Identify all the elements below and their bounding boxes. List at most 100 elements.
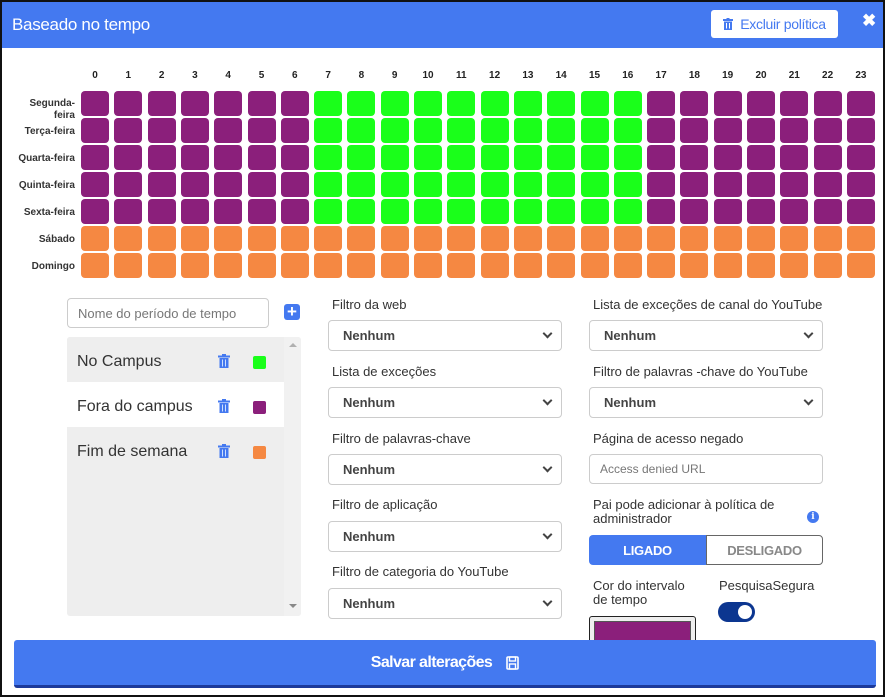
schedule-cell[interactable]	[81, 199, 109, 224]
schedule-cell[interactable]	[580, 253, 609, 278]
period-color-swatch[interactable]	[253, 401, 266, 414]
schedule-cell[interactable]	[180, 253, 209, 278]
schedule-cell[interactable]	[813, 253, 842, 278]
schedule-cell[interactable]	[414, 199, 442, 224]
delete-policy-button[interactable]: Excluir política	[711, 10, 838, 38]
schedule-cell[interactable]	[214, 172, 243, 197]
period-color-swatch[interactable]	[253, 446, 266, 459]
schedule-cell[interactable]	[280, 226, 309, 251]
yt-keyword-filter-select[interactable]: Nenhum	[589, 387, 823, 418]
schedule-cell[interactable]	[480, 145, 509, 170]
schedule-cell[interactable]	[813, 226, 842, 251]
schedule-cell[interactable]	[680, 91, 709, 116]
schedule-cell[interactable]	[846, 199, 875, 224]
schedule-cell[interactable]	[314, 145, 343, 170]
schedule-cell[interactable]	[580, 145, 609, 170]
schedule-cell[interactable]	[214, 145, 243, 170]
schedule-cell[interactable]	[613, 118, 642, 143]
period-list-item[interactable]: Fora do campus	[67, 382, 284, 427]
schedule-cell[interactable]	[547, 253, 576, 278]
schedule-cell[interactable]	[81, 91, 109, 116]
schedule-cell[interactable]	[780, 226, 809, 251]
schedule-cell[interactable]	[314, 172, 343, 197]
schedule-cell[interactable]	[380, 172, 409, 197]
schedule-cell[interactable]	[713, 253, 742, 278]
schedule-cell[interactable]	[347, 253, 376, 278]
schedule-cell[interactable]	[380, 226, 409, 251]
schedule-cell[interactable]	[846, 253, 875, 278]
schedule-cell[interactable]	[513, 253, 542, 278]
schedule-cell[interactable]	[214, 226, 243, 251]
period-color-swatch[interactable]	[253, 356, 266, 369]
schedule-cell[interactable]	[114, 91, 143, 116]
schedule-cell[interactable]	[280, 91, 309, 116]
schedule-cell[interactable]	[747, 199, 775, 224]
schedule-cell[interactable]	[81, 118, 109, 143]
info-icon[interactable]: i	[807, 511, 819, 523]
schedule-cell[interactable]	[147, 118, 176, 143]
schedule-cell[interactable]	[846, 226, 875, 251]
schedule-cell[interactable]	[513, 145, 542, 170]
time-period-name-input[interactable]	[67, 298, 269, 328]
schedule-cell[interactable]	[247, 226, 276, 251]
schedule-cell[interactable]	[247, 253, 276, 278]
schedule-cell[interactable]	[81, 172, 109, 197]
schedule-cell[interactable]	[114, 118, 143, 143]
schedule-cell[interactable]	[846, 145, 875, 170]
exception-list-select[interactable]: Nenhum	[328, 387, 562, 418]
schedule-cell[interactable]	[380, 199, 409, 224]
schedule-cell[interactable]	[747, 118, 775, 143]
schedule-cell[interactable]	[613, 145, 642, 170]
schedule-cell[interactable]	[580, 199, 609, 224]
schedule-cell[interactable]	[114, 253, 143, 278]
schedule-cell[interactable]	[214, 118, 243, 143]
schedule-cell[interactable]	[81, 253, 109, 278]
schedule-cell[interactable]	[613, 253, 642, 278]
schedule-cell[interactable]	[547, 145, 576, 170]
schedule-cell[interactable]	[780, 253, 809, 278]
schedule-cell[interactable]	[180, 118, 209, 143]
schedule-cell[interactable]	[314, 118, 343, 143]
schedule-cell[interactable]	[247, 172, 276, 197]
schedule-cell[interactable]	[114, 172, 143, 197]
schedule-cell[interactable]	[414, 172, 442, 197]
schedule-cell[interactable]	[713, 145, 742, 170]
schedule-cell[interactable]	[713, 226, 742, 251]
schedule-cell[interactable]	[114, 199, 143, 224]
schedule-cell[interactable]	[180, 145, 209, 170]
schedule-cell[interactable]	[647, 91, 676, 116]
schedule-cell[interactable]	[347, 226, 376, 251]
schedule-cell[interactable]	[547, 172, 576, 197]
schedule-cell[interactable]	[613, 199, 642, 224]
schedule-cell[interactable]	[480, 172, 509, 197]
schedule-cell[interactable]	[580, 118, 609, 143]
schedule-cell[interactable]	[480, 253, 509, 278]
schedule-cell[interactable]	[780, 145, 809, 170]
schedule-cell[interactable]	[713, 172, 742, 197]
scroll-down-icon[interactable]	[289, 604, 297, 608]
schedule-cell[interactable]	[180, 226, 209, 251]
schedule-cell[interactable]	[580, 172, 609, 197]
schedule-cell[interactable]	[414, 226, 442, 251]
schedule-cell[interactable]	[180, 199, 209, 224]
schedule-cell[interactable]	[347, 199, 376, 224]
schedule-cell[interactable]	[846, 91, 875, 116]
schedule-cell[interactable]	[513, 91, 542, 116]
schedule-cell[interactable]	[147, 91, 176, 116]
schedule-cell[interactable]	[247, 91, 276, 116]
schedule-cell[interactable]	[447, 118, 476, 143]
schedule-cell[interactable]	[480, 118, 509, 143]
schedule-cell[interactable]	[680, 199, 709, 224]
schedule-cell[interactable]	[647, 172, 676, 197]
schedule-cell[interactable]	[647, 226, 676, 251]
schedule-cell[interactable]	[680, 226, 709, 251]
schedule-cell[interactable]	[247, 199, 276, 224]
schedule-cell[interactable]	[813, 199, 842, 224]
schedule-cell[interactable]	[713, 91, 742, 116]
schedule-cell[interactable]	[414, 145, 442, 170]
schedule-cell[interactable]	[347, 118, 376, 143]
schedule-cell[interactable]	[647, 253, 676, 278]
web-filter-select[interactable]: Nenhum	[328, 320, 562, 351]
schedule-cell[interactable]	[480, 226, 509, 251]
schedule-cell[interactable]	[280, 172, 309, 197]
